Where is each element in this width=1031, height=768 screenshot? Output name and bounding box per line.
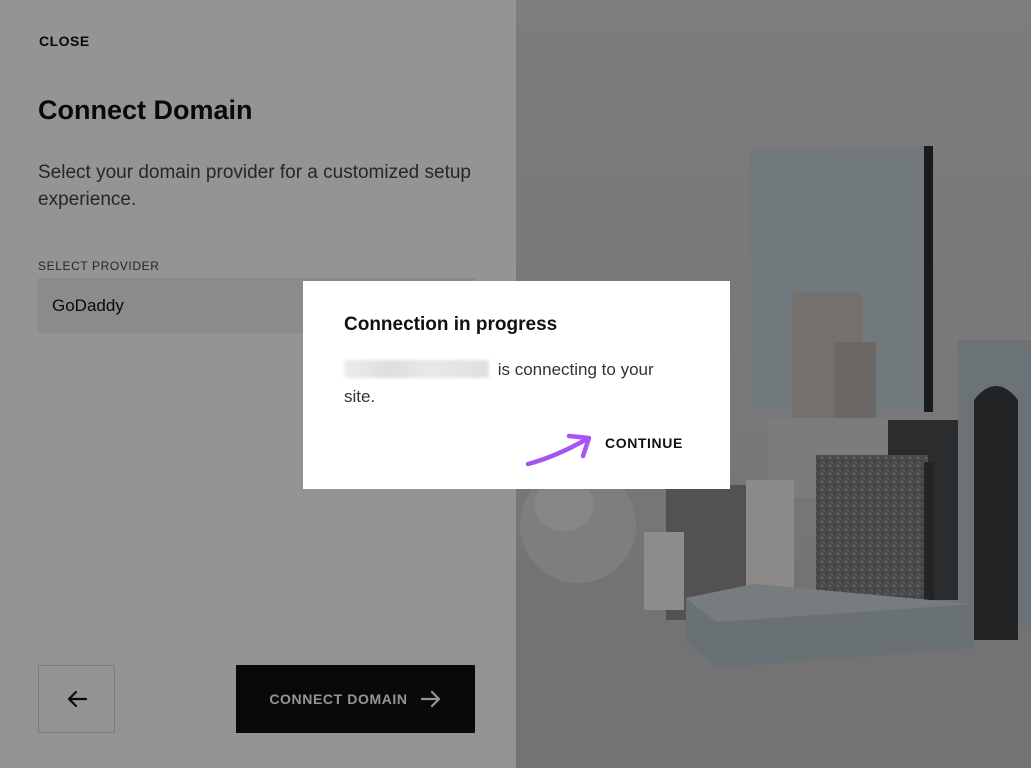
- connect-domain-page: CLOSE Connect Domain Select your domain …: [0, 0, 1031, 768]
- pointer-arrow-icon: [525, 433, 592, 467]
- continue-button[interactable]: CONTINUE: [605, 435, 683, 451]
- redacted-domain: [344, 360, 489, 378]
- dialog-title: Connection in progress: [344, 314, 558, 335]
- dialog-body: is connecting to your site.: [344, 356, 689, 410]
- connection-progress-dialog: Connection in progress is connecting to …: [303, 281, 730, 489]
